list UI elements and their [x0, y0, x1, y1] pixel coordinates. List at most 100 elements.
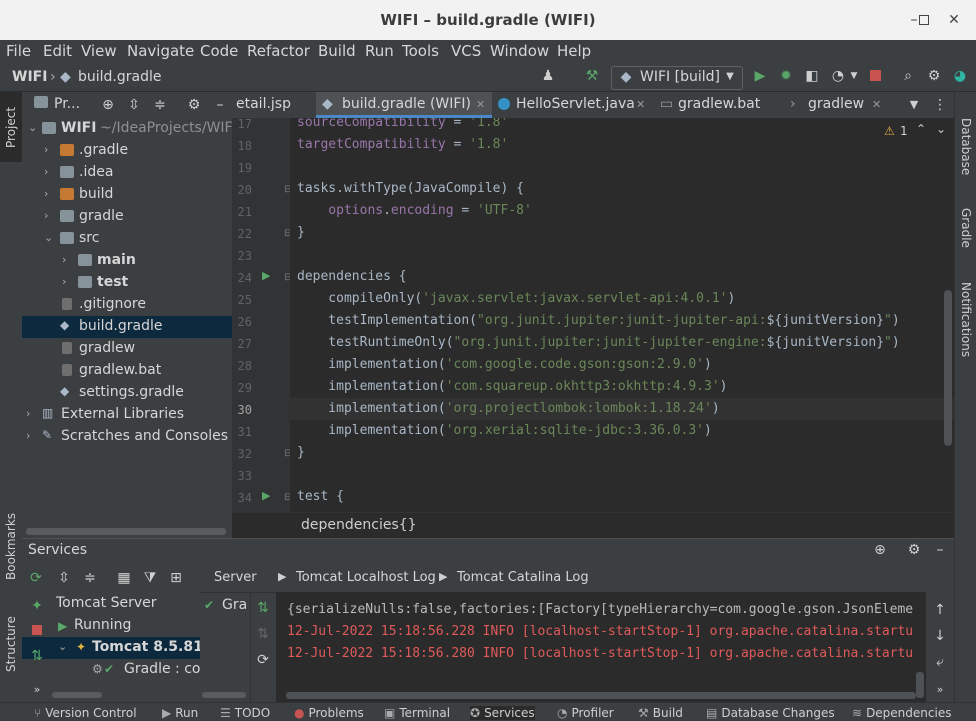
chevron-down-icon[interactable]: ⌄ — [28, 121, 40, 134]
more-icon[interactable]: ⋮ — [932, 97, 948, 113]
chevron-down-icon[interactable]: ▼ — [846, 68, 862, 84]
problems-tool-button[interactable]: ● Problems — [294, 706, 364, 720]
tree-item-src[interactable]: ⌄ src — [22, 228, 232, 250]
hammer-icon[interactable]: ⚒ — [584, 68, 600, 84]
run-gutter-icon[interactable]: ▶ — [262, 269, 270, 282]
refresh-icon[interactable]: ⟳ — [28, 570, 44, 586]
tree-item-test[interactable]: › test — [22, 272, 232, 294]
notifications-tool-button[interactable]: Notifications — [959, 282, 973, 357]
close-icon[interactable]: ✕ — [636, 98, 645, 111]
project-panel-title[interactable]: Pr... — [54, 96, 80, 112]
tree-item-root[interactable]: ⌄ WIFI ~/IdeaProjects/WIF — [22, 118, 232, 140]
stop-icon[interactable] — [868, 68, 884, 84]
chevron-down-icon[interactable]: ⌄ — [44, 231, 56, 244]
search-icon[interactable]: ⌕ — [900, 68, 916, 84]
run-icon[interactable]: ▶ — [752, 68, 768, 84]
project-tool-button[interactable]: Project — [4, 107, 18, 148]
tree-item-gitignore[interactable]: .gitignore — [22, 294, 232, 316]
database-tool-button[interactable]: Database — [959, 118, 973, 175]
menu-navigate[interactable]: Navigate — [127, 42, 194, 60]
profile-icon[interactable]: ◔ — [830, 68, 846, 84]
menu-vcs[interactable]: VCS — [451, 42, 481, 60]
chevron-down-icon[interactable]: ▼ — [906, 97, 922, 113]
expand-all-icon[interactable]: ⇳ — [56, 570, 72, 586]
jetbrains-logo-icon[interactable]: ◕ — [952, 68, 968, 84]
menu-code[interactable]: Code — [200, 42, 238, 60]
bookmarks-tool-button[interactable]: Bookmarks — [4, 513, 18, 580]
chevron-down-icon[interactable]: ⌄ — [58, 640, 70, 653]
run-configuration-select[interactable]: ◆ WIFI [build] ▼ — [611, 66, 743, 90]
code-editor[interactable]: sourceCompatibility = '1.8' targetCompati… — [290, 118, 954, 512]
group-by-icon[interactable]: ▦ — [116, 570, 132, 586]
coverage-icon[interactable]: ◧ — [804, 68, 820, 84]
horizontal-scrollbar[interactable] — [52, 692, 102, 698]
horizontal-scrollbar[interactable] — [26, 528, 226, 535]
menu-run[interactable]: Run — [365, 42, 394, 60]
add-service-icon[interactable]: ⊕ — [872, 542, 888, 558]
chevron-down-icon[interactable]: ⌄ — [936, 122, 946, 136]
vertical-scrollbar[interactable] — [944, 290, 952, 446]
more-chevron-icon[interactable]: » — [29, 682, 45, 698]
tree-item-scratches[interactable]: › ✎ Scratches and Consoles — [22, 426, 232, 448]
redeploy-icon[interactable]: ⇅ — [255, 626, 271, 642]
services-tool-button[interactable]: ✪ Services — [470, 706, 535, 720]
todo-tool-button[interactable]: ☰ TODO — [220, 706, 270, 720]
tab-gradlew-bat[interactable]: ✕ ▭ gradlew.bat — [636, 92, 788, 118]
filter-icon[interactable]: ⧩ — [142, 570, 158, 586]
run-tool-button[interactable]: ▶ Run — [162, 706, 198, 720]
close-icon[interactable]: ✕ — [476, 98, 485, 111]
tree-item-gradle-dir[interactable]: › .gradle — [22, 140, 232, 162]
maximize-button[interactable] — [915, 11, 933, 29]
tab-tomcat-localhost-log[interactable]: Tomcat Localhost Log — [296, 570, 436, 585]
terminal-tool-button[interactable]: ▣ Terminal — [384, 706, 450, 720]
stop-icon[interactable] — [29, 622, 45, 638]
menu-build[interactable]: Build — [318, 42, 356, 60]
nav-project[interactable]: WIFI — [12, 69, 47, 85]
debug-icon[interactable]: ✹ — [778, 68, 794, 84]
tree-item-gradlew-bat[interactable]: gradlew.bat — [22, 360, 232, 382]
close-button[interactable]: ✕ — [945, 11, 963, 29]
build-tool-button[interactable]: ⚒ Build — [638, 706, 683, 720]
vertical-scrollbar[interactable] — [916, 672, 924, 698]
menu-tools[interactable]: Tools — [402, 42, 439, 60]
warning-icon[interactable]: ⚠ — [884, 124, 895, 138]
gear-icon[interactable]: ⚙ — [186, 97, 202, 113]
expand-all-icon[interactable]: ⇳ — [126, 97, 142, 113]
service-tomcat-server[interactable]: Tomcat Server — [22, 593, 200, 615]
tree-item-external-libraries[interactable]: › ▥ External Libraries — [22, 404, 232, 426]
update-icon[interactable]: ⇅ — [29, 648, 45, 664]
horizontal-scrollbar[interactable] — [202, 692, 246, 698]
structure-tool-button[interactable]: Structure — [4, 616, 18, 672]
tab-tomcat-catalina-log[interactable]: Tomcat Catalina Log — [457, 570, 589, 585]
add-icon[interactable]: ⊞ — [168, 570, 184, 586]
user-icon[interactable]: ♟ — [540, 68, 556, 84]
service-gradle-artifact[interactable]: ⚙ ✔ Gradle : cor — [22, 659, 200, 681]
database-changes-tool-button[interactable]: ▤ Database Changes — [706, 706, 835, 720]
chevron-right-icon[interactable]: › — [26, 407, 38, 420]
menu-help[interactable]: Help — [557, 42, 591, 60]
chevron-right-icon[interactable]: › — [62, 275, 74, 288]
menu-file[interactable]: File — [6, 42, 31, 60]
tree-item-gradle[interactable]: › gradle — [22, 206, 232, 228]
tree-item-idea[interactable]: › .idea — [22, 162, 232, 184]
tree-item-main[interactable]: › main — [22, 250, 232, 272]
collapse-all-icon[interactable]: ≑ — [82, 570, 98, 586]
deploy-icon[interactable]: ✦ — [29, 598, 45, 614]
menu-window[interactable]: Window — [490, 42, 549, 60]
gear-icon[interactable]: ⚙ — [926, 68, 942, 84]
chevron-right-icon[interactable]: › — [62, 253, 74, 266]
menu-edit[interactable]: Edit — [43, 42, 72, 60]
profiler-tool-button[interactable]: ◔ Profiler — [557, 706, 614, 720]
refresh-icon[interactable]: ⟳ — [255, 652, 271, 668]
tab-gradlew[interactable]: › gradlew ✕ — [790, 92, 890, 118]
arrow-up-icon[interactable]: ↑ — [932, 602, 948, 618]
arrow-down-icon[interactable]: ↓ — [932, 628, 948, 644]
tab-build-gradle[interactable]: ◆ build.gradle (WIFI) ✕ — [316, 92, 492, 118]
collapse-all-icon[interactable]: ≑ — [152, 97, 168, 113]
chevron-up-icon[interactable]: ⌃ — [916, 122, 926, 136]
tab-server[interactable]: Server — [214, 570, 257, 585]
menu-refactor[interactable]: Refactor — [247, 42, 310, 60]
chevron-right-icon[interactable]: › — [44, 209, 56, 222]
horizontal-scrollbar[interactable] — [286, 692, 916, 699]
gradle-tool-button[interactable]: Gradle — [959, 208, 973, 248]
